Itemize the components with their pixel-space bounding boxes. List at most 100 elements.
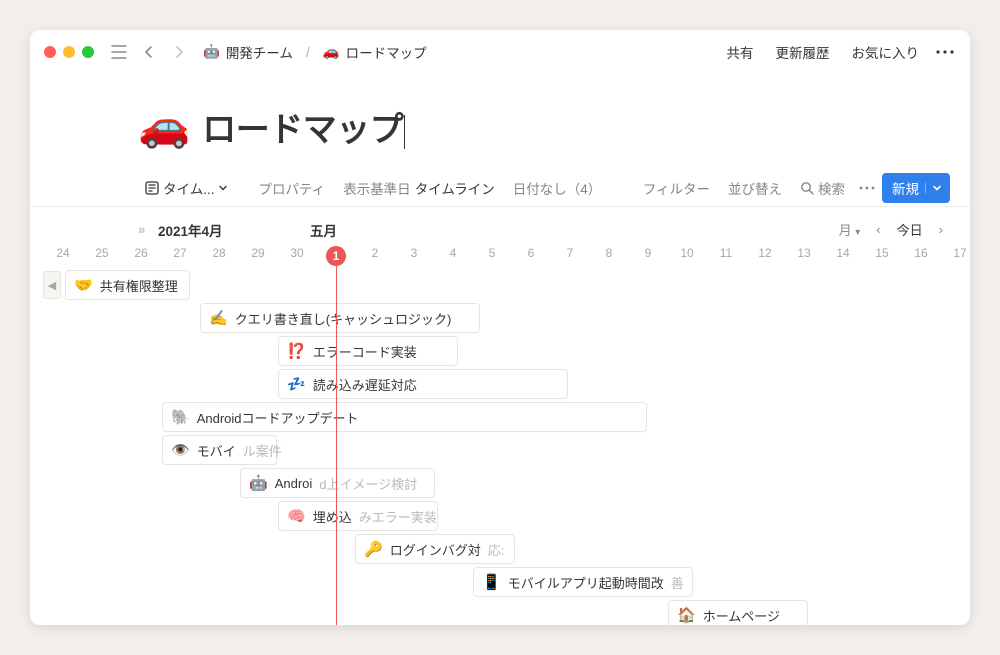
timeline-task[interactable]: 🤖 Androi d上イメージ検討: [240, 468, 435, 498]
chevron-down-icon: [218, 183, 228, 193]
timeline-task[interactable]: ⁉️ エラーコード実装: [278, 336, 458, 366]
task-label: 埋め込: [313, 507, 352, 526]
timeline-task[interactable]: 👁️モバイル案件: [162, 435, 277, 465]
task-emoji: ⁉️: [287, 342, 306, 360]
breadcrumb-current-emoji: 🚗: [323, 44, 340, 60]
prev-button[interactable]: ‹: [869, 219, 887, 240]
task-emoji: 👁️: [171, 441, 190, 459]
task-label-overflow: みエラー実装: [359, 507, 437, 526]
task-emoji: 🤝: [74, 276, 93, 294]
breadcrumb-sep: /: [306, 44, 310, 60]
task-emoji: 🧠: [287, 507, 306, 525]
task-label: クエリ書き直し(キャッシュロジック): [235, 309, 452, 328]
day-label: 17: [941, 246, 970, 260]
day-label: 7: [551, 246, 589, 260]
task-emoji: 📱: [482, 573, 501, 591]
page-title[interactable]: ロードマップ: [202, 102, 405, 151]
task-emoji: 🏠: [677, 606, 696, 624]
day-label: 16: [902, 246, 940, 260]
task-label: Androidコードアップデート: [197, 408, 359, 427]
day-label: 3: [395, 246, 433, 260]
timeline-task[interactable]: 🐘 Androidコードアップデート: [162, 402, 647, 432]
day-label: 6: [512, 246, 550, 260]
filter-button[interactable]: フィルター: [636, 174, 717, 202]
day-label: 27: [161, 246, 199, 260]
search-button[interactable]: 検索: [793, 174, 852, 202]
day-label: 11: [707, 246, 745, 260]
day-label: 29: [239, 246, 277, 260]
search-icon: [800, 181, 814, 195]
expand-sidebar-icon[interactable]: »: [138, 222, 146, 237]
task-emoji: 🐘: [171, 408, 190, 426]
view-picker[interactable]: タイム...: [138, 174, 235, 202]
day-label: 24: [44, 246, 82, 260]
today-button[interactable]: 今日: [890, 217, 930, 242]
timeline-task[interactable]: ✍️ クエリ書き直し(キャッシュロジック): [200, 303, 480, 333]
group-button[interactable]: 表示基準日 タイムライン: [336, 174, 502, 202]
task-label-overflow: d上イメージ検討: [319, 474, 417, 493]
task-label-overflow: 応:: [488, 540, 505, 559]
task-emoji: 💤: [287, 375, 306, 393]
sort-button[interactable]: 並び替え: [721, 174, 789, 202]
breadcrumb-parent-label: 開発チーム: [226, 42, 293, 62]
timeline-body[interactable]: ◀ 🤝 共有権限整理 ✍️ クエリ書き直し(キャッシュロジック) ⁉️ エラーコード実装 💤 読…: [30, 270, 970, 625]
task-label: モバイ: [197, 441, 236, 460]
toolbar-more-icon[interactable]: [856, 177, 878, 199]
today-marker: 1: [326, 246, 346, 266]
day-label: 14: [824, 246, 862, 260]
task-label-overflow: ル案件: [243, 441, 282, 460]
day-label: 25: [83, 246, 121, 260]
day-label: 9: [629, 246, 667, 260]
breadcrumb-current[interactable]: 🚗 ロードマップ: [318, 39, 432, 65]
task-emoji: 🤖: [249, 474, 268, 492]
menu-icon[interactable]: [108, 41, 130, 63]
favorite-button[interactable]: お気に入り: [845, 38, 927, 66]
task-label: 読み込み遅延対応: [313, 375, 417, 394]
scale-picker[interactable]: 月 ▾: [832, 217, 868, 242]
task-label: 共有権限整理: [100, 276, 178, 295]
task-label: ホームページ: [703, 606, 780, 625]
task-label: エラーコード実装: [313, 342, 417, 361]
minimize-dot[interactable]: [63, 46, 75, 58]
back-icon[interactable]: [138, 41, 160, 63]
task-emoji: 🔑: [364, 540, 383, 558]
timeline-task[interactable]: 🤝 共有権限整理: [65, 270, 190, 300]
forward-icon[interactable]: [168, 41, 190, 63]
chevron-down-icon[interactable]: [925, 183, 942, 193]
properties-button[interactable]: プロパティ: [251, 174, 332, 202]
days-row: 242526272829301234567891011121314151617: [30, 246, 970, 264]
breadcrumb-parent[interactable]: 🤖 開発チーム: [198, 39, 298, 65]
timeline-task[interactable]: 🏠 ホームページ: [668, 600, 808, 625]
history-button[interactable]: 更新履歴: [769, 38, 837, 66]
page-emoji[interactable]: 🚗: [138, 102, 190, 151]
day-label: 5: [473, 246, 511, 260]
expand-left-handle[interactable]: ◀: [43, 271, 61, 299]
timeline-task[interactable]: 🧠 埋め込みエラー実装: [278, 501, 438, 531]
day-label: 15: [863, 246, 901, 260]
day-label: 28: [200, 246, 238, 260]
maximize-dot[interactable]: [82, 46, 94, 58]
today-line: [336, 266, 337, 625]
task-label: ログインバグ対: [390, 540, 481, 559]
close-dot[interactable]: [44, 46, 56, 58]
day-label: 8: [590, 246, 628, 260]
next-button[interactable]: ›: [932, 219, 950, 240]
month-label-1: 2021年4月: [158, 220, 223, 240]
day-label: 30: [278, 246, 316, 260]
more-icon[interactable]: [934, 41, 956, 63]
day-label: 12: [746, 246, 784, 260]
day-label: 1: [317, 246, 355, 266]
timeline-task[interactable]: 🔑 ログインバグ対応:: [355, 534, 515, 564]
breadcrumb-current-label: ロードマップ: [346, 42, 427, 62]
timeline-task[interactable]: 💤 読み込み遅延対応: [278, 369, 568, 399]
task-emoji: ✍️: [209, 309, 228, 327]
task-label: Androi: [275, 476, 313, 491]
share-button[interactable]: 共有: [720, 38, 761, 66]
day-label: 2: [356, 246, 394, 260]
timeline-task[interactable]: 📱モバイルアプリ起動時間改善: [473, 567, 693, 597]
window-controls: [44, 46, 94, 58]
new-button[interactable]: 新規: [882, 173, 950, 203]
day-label: 13: [785, 246, 823, 260]
task-label: モバイルアプリ起動時間改: [508, 573, 664, 592]
nodate-button[interactable]: 日付なし（4）: [506, 174, 609, 202]
